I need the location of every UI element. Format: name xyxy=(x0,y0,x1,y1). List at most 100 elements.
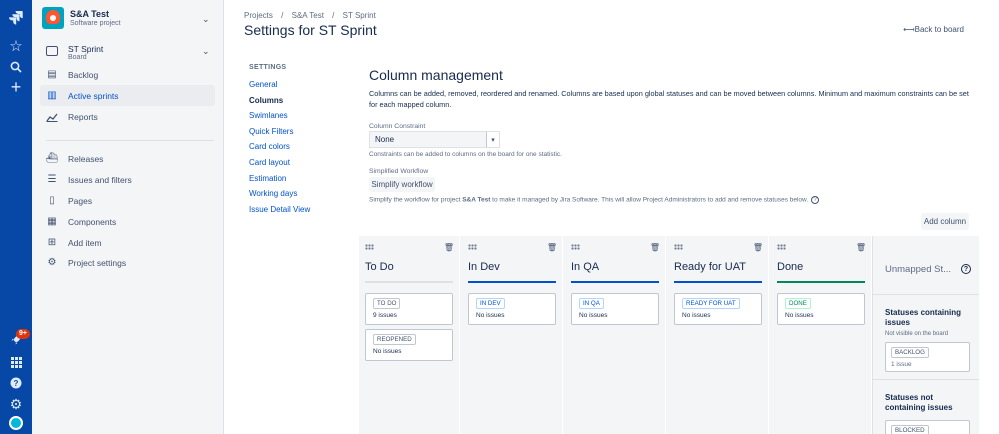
board-column-to-do[interactable]: 🗑 To Do TO DO 9 issues REOPENED No issue… xyxy=(359,236,460,434)
board-name: ST Sprint xyxy=(68,44,104,54)
notification-badge: 9+ xyxy=(16,329,30,339)
sidebar-item-pages[interactable]: ▯ Pages xyxy=(40,190,215,211)
status-card[interactable]: TO DO 9 issues xyxy=(365,293,453,325)
settings-link-estimation[interactable]: Estimation xyxy=(249,174,286,183)
column-status-bar xyxy=(777,281,865,283)
board-column-in-dev[interactable]: 🗑 In Dev IN DEV No issues xyxy=(462,236,563,434)
sidebar-item-active-sprints[interactable]: ▥ Active sprints xyxy=(40,85,215,106)
column-name[interactable]: Ready for UAT xyxy=(674,261,746,273)
column-name[interactable]: To Do xyxy=(365,261,394,273)
chevron-down-icon: ▾ xyxy=(486,132,499,147)
search-icon[interactable] xyxy=(6,57,26,77)
sidebar-item-releases[interactable]: ⛴ Releases xyxy=(40,148,215,169)
sidebar-item-backlog[interactable]: ▤ Backlog xyxy=(40,64,215,85)
column-name[interactable]: In QA xyxy=(571,261,599,273)
help-icon[interactable]: ? xyxy=(6,373,26,393)
board-column-ready-for-uat[interactable]: 🗑 Ready for UAT READY FOR UAT No issues xyxy=(668,236,769,434)
sidebar-item-label: Backlog xyxy=(68,69,99,80)
breadcrumb-projects[interactable]: Projects xyxy=(244,11,273,20)
sidebar-item-label: Pages xyxy=(68,195,93,206)
sidebar-item-reports[interactable]: Reports xyxy=(40,106,215,127)
settings-link-quick-filters[interactable]: Quick Filters xyxy=(249,127,293,136)
column-status-bar xyxy=(571,281,659,283)
sidebar-item-project-settings[interactable]: ⚙ Project settings xyxy=(40,252,215,273)
reports-icon xyxy=(46,111,58,123)
status-card[interactable]: IN DEV No issues xyxy=(468,293,556,325)
workflow-label: Simplified Workflow xyxy=(369,168,429,175)
board-column-done[interactable]: 🗑 Done DONE No issues xyxy=(771,236,872,434)
settings-link-issue-detail-view[interactable]: Issue Detail View xyxy=(249,205,310,214)
back-arrow-icon: ⟻ xyxy=(903,25,915,34)
board-column-in-qa[interactable]: 🗑 In QA IN QA No issues xyxy=(565,236,666,434)
drag-handle-icon[interactable] xyxy=(571,244,580,250)
section-title: Column management xyxy=(369,67,503,83)
unmapped-statuses-column: Unmapped St... ? Statuses containing iss… xyxy=(872,236,979,434)
jira-logo-icon[interactable] xyxy=(6,8,26,28)
constraint-select[interactable]: None ▾ xyxy=(369,131,500,148)
breadcrumb-project[interactable]: S&A Test xyxy=(292,11,324,20)
sidebar-item-label: Reports xyxy=(68,111,98,122)
help-icon[interactable]: ? xyxy=(961,264,971,274)
drag-handle-icon[interactable] xyxy=(674,244,683,250)
workflow-help-project: S&A Test xyxy=(462,196,491,204)
status-card[interactable]: BACKLOG 1 issue xyxy=(885,342,970,372)
app-switcher-icon[interactable] xyxy=(6,352,26,372)
drag-handle-icon[interactable] xyxy=(777,244,786,250)
drag-handle-icon[interactable] xyxy=(468,244,477,250)
status-card[interactable]: REOPENED No issues xyxy=(365,329,453,361)
settings-link-card-layout[interactable]: Card layout xyxy=(249,158,290,167)
status-count: No issues xyxy=(476,312,505,319)
trash-icon[interactable]: 🗑 xyxy=(753,243,763,252)
project-avatar xyxy=(42,7,64,29)
settings-link-general[interactable]: General xyxy=(249,80,277,89)
column-name[interactable]: Done xyxy=(777,261,803,273)
backlog-icon: ▤ xyxy=(47,69,57,80)
column-status-bar xyxy=(674,281,762,283)
status-card[interactable]: BLOCKED xyxy=(885,420,970,434)
add-column-button[interactable]: Add column xyxy=(921,213,969,230)
sidebar-item-label: Project settings xyxy=(68,257,127,268)
status-count: 1 issue xyxy=(891,361,912,368)
status-card[interactable]: DONE No issues xyxy=(777,293,865,325)
help-icon[interactable]: ? xyxy=(811,196,820,204)
column-board: 🗑 To Do TO DO 9 issues REOPENED No issue… xyxy=(359,236,979,434)
drag-handle-icon[interactable] xyxy=(365,244,374,250)
status-count: No issues xyxy=(682,312,711,319)
settings-link-swimlanes[interactable]: Swimlanes xyxy=(249,111,288,120)
gear-icon[interactable]: ⚙ xyxy=(6,394,26,414)
settings-heading: SETTINGS xyxy=(249,64,287,71)
board-selector[interactable]: ST Sprint Board xyxy=(46,44,103,61)
back-to-board-link[interactable]: ⟻Back to board xyxy=(903,25,964,34)
board-type: Board xyxy=(68,54,87,61)
status-card[interactable]: READY FOR UAT No issues xyxy=(674,293,762,325)
trash-icon[interactable]: 🗑 xyxy=(856,243,866,252)
column-name[interactable]: In Dev xyxy=(468,261,500,273)
breadcrumb-board[interactable]: ST Sprint xyxy=(343,11,376,20)
sidebar-item-components[interactable]: ▦ Components xyxy=(40,211,215,232)
trash-icon[interactable]: 🗑 xyxy=(547,243,557,252)
chevron-down-icon[interactable]: ⌄ xyxy=(202,46,210,57)
issues-icon: ☰ xyxy=(47,174,57,185)
trash-icon[interactable]: 🗑 xyxy=(444,243,454,252)
create-icon[interactable]: + xyxy=(6,77,26,97)
star-icon[interactable]: ☆ xyxy=(6,36,26,56)
sidebar-item-label: Active sprints xyxy=(68,90,119,101)
constraint-value: None xyxy=(375,135,395,144)
sidebar-item-label: Components xyxy=(68,216,117,227)
user-avatar[interactable] xyxy=(9,416,23,430)
status-lozenge: DONE xyxy=(785,298,811,309)
project-header[interactable]: S&A Test Software project xyxy=(42,7,121,29)
ship-icon: ⛴ xyxy=(45,153,59,164)
project-type: Software project xyxy=(70,20,121,27)
settings-link-columns[interactable]: Columns xyxy=(249,96,283,105)
status-card[interactable]: IN QA No issues xyxy=(571,293,659,325)
sidebar-item-issues[interactable]: ☰ Issues and filters xyxy=(40,169,215,190)
simplify-workflow-button[interactable]: Simplify workflow xyxy=(369,177,435,192)
workflow-help: Simplify the workflow for project S&A Te… xyxy=(369,196,820,204)
sidebar-item-add-item[interactable]: ⊞ Add item xyxy=(40,232,215,253)
settings-link-working-days[interactable]: Working days xyxy=(249,189,297,198)
trash-icon[interactable]: 🗑 xyxy=(650,243,660,252)
global-nav: ☆ + 9+ ? ⚙ xyxy=(0,0,32,434)
chevron-down-icon[interactable]: ⌄ xyxy=(202,14,210,25)
settings-link-card-colors[interactable]: Card colors xyxy=(249,142,290,151)
